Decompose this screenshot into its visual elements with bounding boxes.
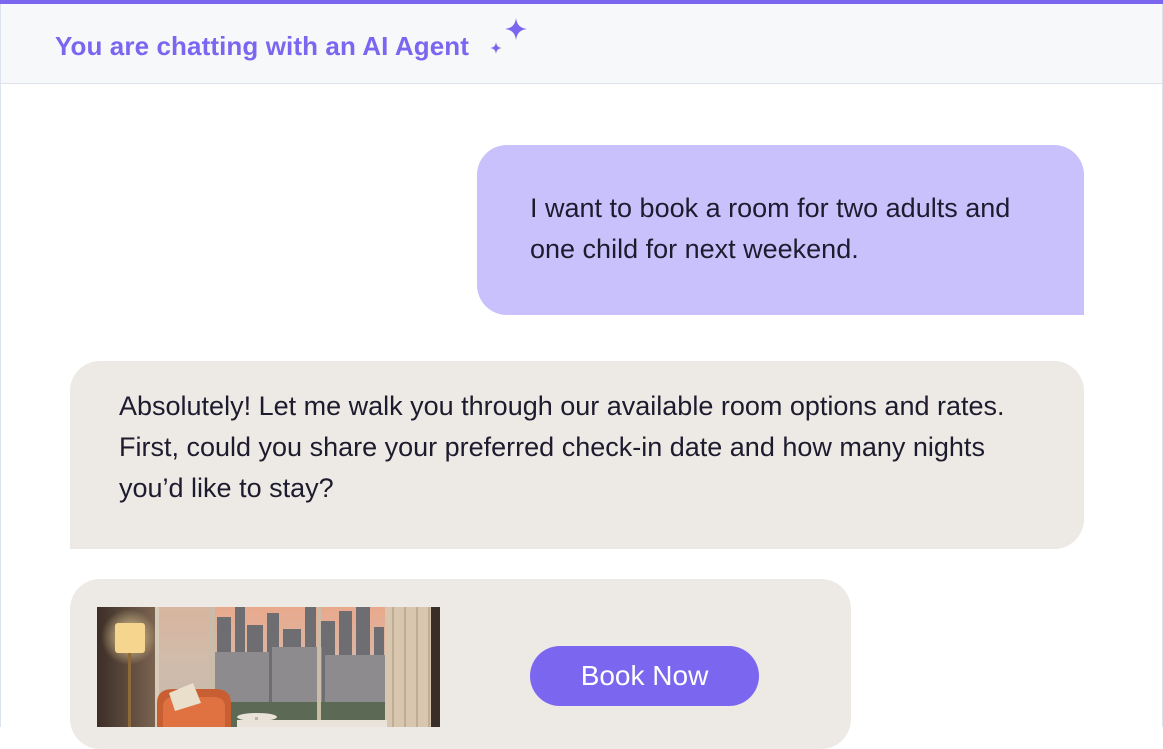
- frame-border-left: [0, 83, 1, 727]
- agent-message-bubble: Absolutely! Let me walk you through our …: [70, 361, 1084, 549]
- user-message-bubble: I want to book a room for two adults and…: [477, 145, 1084, 315]
- chat-header-title: You are chatting with an AI Agent: [55, 31, 470, 61]
- book-now-button[interactable]: Book Now: [530, 646, 759, 706]
- user-message-text: I want to book a room for two adults and…: [530, 193, 1011, 264]
- hotel-room-city-view-image: [97, 607, 440, 727]
- chat-header: You are chatting with an AI Agent: [0, 4, 1163, 84]
- agent-message-text: Absolutely! Let me walk you through our …: [119, 391, 1005, 503]
- sparkles-icon: [490, 18, 527, 54]
- room-offer-card: Book Now: [70, 579, 851, 749]
